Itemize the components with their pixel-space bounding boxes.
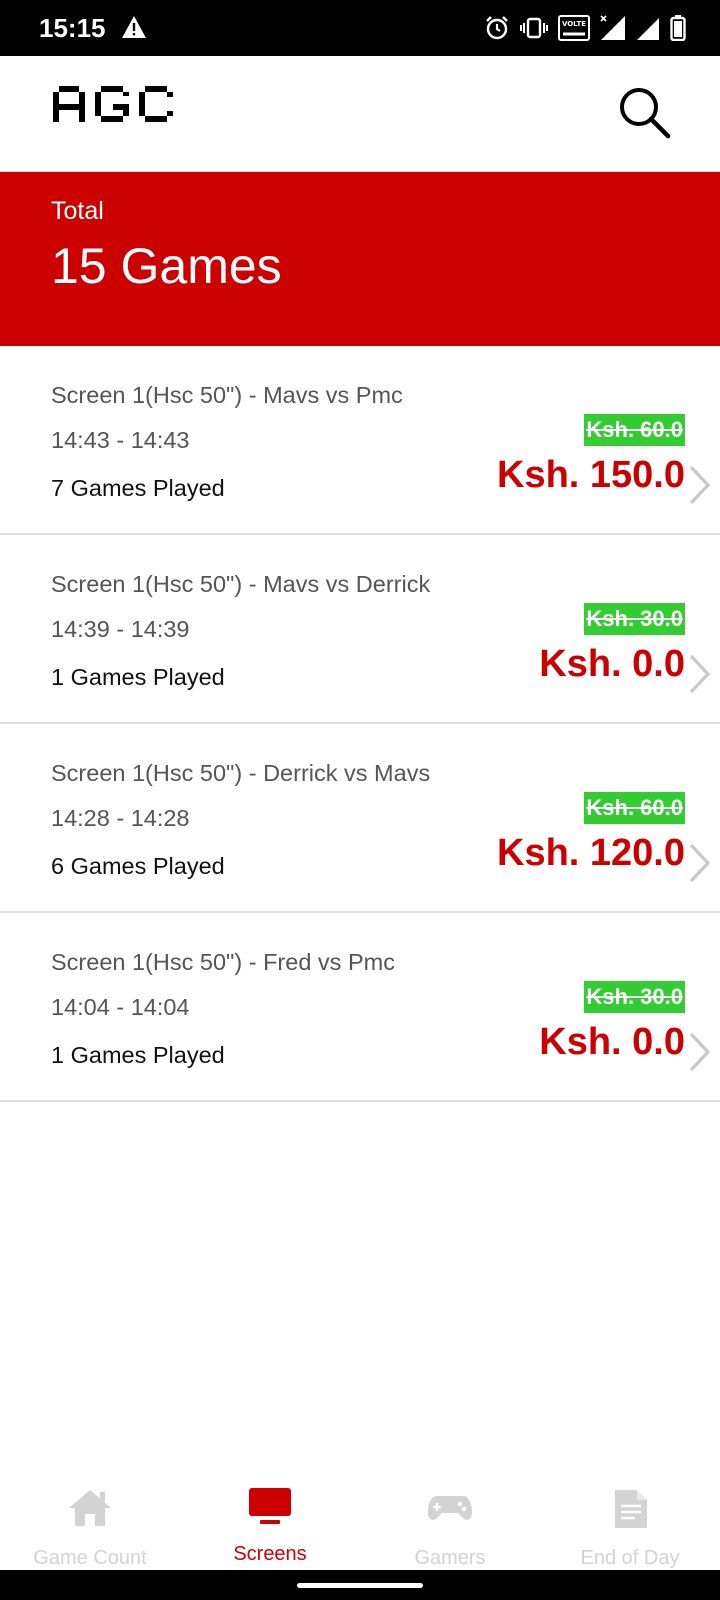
vibrate-icon [520, 16, 548, 40]
search-button[interactable] [612, 80, 676, 144]
status-bar: 15:15 VOLTE [0, 0, 720, 56]
session-price: Ksh. 120.0 [497, 832, 685, 874]
session-list: Screen 1(Hsc 50") - Mavs vs Pmc 14:43 - … [0, 346, 720, 1102]
nav-tab-gamers[interactable]: Gamers [360, 1470, 540, 1570]
svg-text:VOLTE: VOLTE [562, 20, 586, 28]
bottom-navigation: Game Count Screens Gamers End of Day [0, 1470, 720, 1570]
nav-tab-game-count[interactable]: Game Count [0, 1470, 180, 1570]
chevron-right-icon [689, 1032, 711, 1072]
session-price: Ksh. 0.0 [539, 643, 685, 685]
session-row[interactable]: Screen 1(Hsc 50") - Mavs vs Derrick 14:3… [0, 535, 720, 724]
document-icon [615, 1490, 647, 1528]
session-games-played: 7 Games Played [51, 475, 225, 501]
session-time: 14:28 - 14:28 [51, 805, 190, 831]
chevron-right-icon [689, 654, 711, 694]
session-games-played: 6 Games Played [51, 853, 225, 879]
session-time: 14:04 - 14:04 [51, 994, 190, 1020]
volte-icon: VOLTE [558, 15, 590, 41]
session-price: Ksh. 150.0 [497, 454, 685, 496]
chevron-right-icon [689, 843, 711, 883]
session-title: Screen 1(Hsc 50") - Mavs vs Derrick [51, 571, 431, 597]
total-games-value: 15 Games [51, 238, 282, 294]
status-time: 15:15 [39, 13, 106, 43]
nav-tab-screens[interactable]: Screens [180, 1470, 360, 1570]
gamepad-icon [428, 1496, 472, 1520]
nav-label: Game Count [33, 1547, 147, 1569]
system-navigation-bar [0, 1570, 720, 1600]
session-time: 14:39 - 14:39 [51, 616, 190, 642]
home-gesture-handle[interactable] [297, 1583, 423, 1588]
session-price: Ksh. 0.0 [539, 1021, 685, 1063]
original-price: Ksh. 30.0 [584, 981, 685, 1013]
chevron-right-icon [689, 465, 711, 505]
original-price: Ksh. 30.0 [584, 603, 685, 635]
nav-label: End of Day [580, 1547, 680, 1569]
app-bar [0, 56, 720, 172]
total-summary-banner: Total 15 Games [0, 172, 720, 346]
session-games-played: 1 Games Played [51, 1042, 225, 1068]
session-title: Screen 1(Hsc 50") - Mavs vs Pmc [51, 382, 403, 408]
warning-icon [121, 15, 147, 39]
session-title: Screen 1(Hsc 50") - Fred vs Pmc [51, 949, 395, 975]
monitor-icon [249, 1488, 291, 1524]
session-time: 14:43 - 14:43 [51, 427, 190, 453]
total-label: Total [51, 197, 104, 225]
nav-label: Screens [233, 1543, 307, 1565]
original-price: Ksh. 60.0 [584, 414, 685, 446]
agc-logo [51, 84, 175, 129]
session-row[interactable]: Screen 1(Hsc 50") - Derrick vs Mavs 14:2… [0, 724, 720, 913]
session-row[interactable]: Screen 1(Hsc 50") - Mavs vs Pmc 14:43 - … [0, 346, 720, 535]
signal-icon [600, 15, 626, 41]
search-icon [620, 88, 671, 139]
original-price: Ksh. 60.0 [584, 792, 685, 824]
session-title: Screen 1(Hsc 50") - Derrick vs Mavs [51, 760, 431, 786]
home-icon [69, 1490, 111, 1526]
battery-icon [670, 15, 686, 41]
session-row[interactable]: Screen 1(Hsc 50") - Fred vs Pmc 14:04 - … [0, 913, 720, 1102]
signal-icon [636, 15, 660, 41]
alarm-icon [484, 15, 510, 41]
status-icons: VOLTE [484, 12, 686, 44]
nav-label: Gamers [414, 1547, 486, 1569]
session-games-played: 1 Games Played [51, 664, 225, 690]
nav-tab-end-of-day[interactable]: End of Day [540, 1470, 720, 1570]
